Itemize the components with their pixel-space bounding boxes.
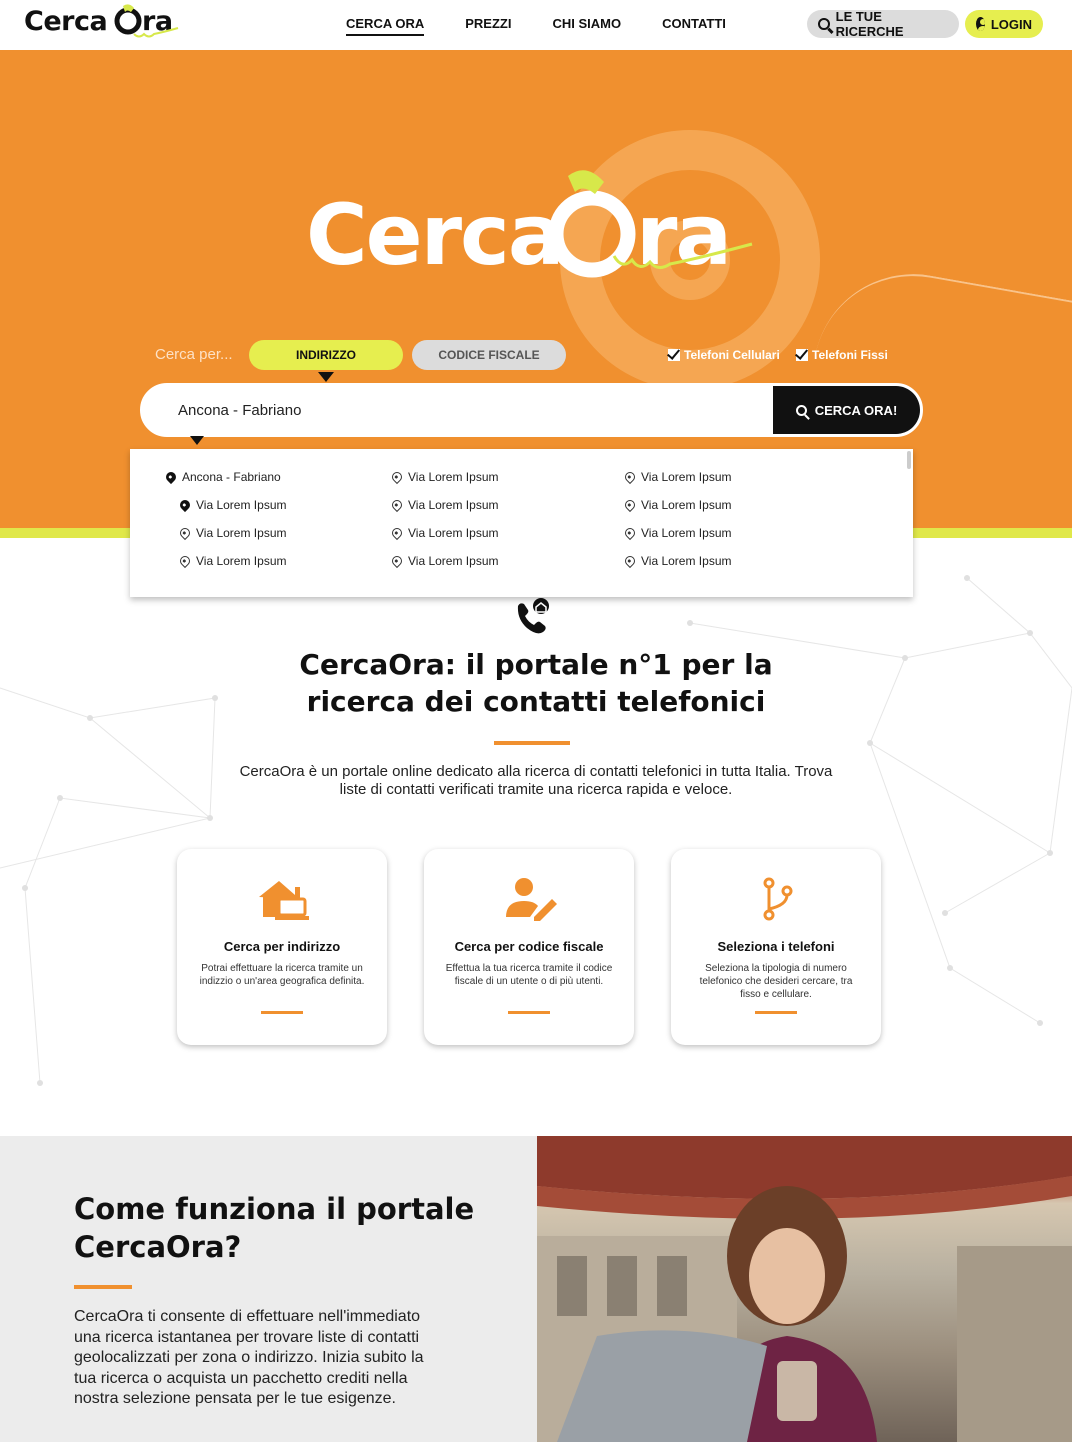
nav-contatti[interactable]: CONTATTI <box>662 16 726 36</box>
card-text: Potrai effettuare la ricerca tramite un … <box>199 963 365 987</box>
le-tue-ricerche-label: LE TUE RICERCHE <box>835 9 904 39</box>
svg-text:Cerca: Cerca <box>306 186 563 284</box>
suggestion-label: Ancona - Fabriano <box>182 470 281 484</box>
suggestion-label: Via Lorem Ipsum <box>641 498 732 512</box>
suggestion-label: Via Lorem Ipsum <box>408 470 499 484</box>
card-text: Seleziona la tipologia di numero telefon… <box>699 963 853 1000</box>
map-pin-icon <box>622 469 638 485</box>
home-laptop-icon <box>259 881 309 920</box>
map-pin-icon <box>163 469 179 485</box>
search-bar: Ancona - Fabriano CERCA ORA! <box>140 383 923 437</box>
photo-illustration <box>537 1136 1072 1442</box>
card-divider <box>508 1011 550 1014</box>
feature-card-codice-fiscale: Cerca per codice fiscale Effettua la tua… <box>424 849 634 1045</box>
suggestion-label: Via Lorem Ipsum <box>408 526 499 540</box>
suggestion-item[interactable]: Via Lorem Ipsum <box>622 469 732 485</box>
cercaora-logo: Cerca ra <box>24 4 179 38</box>
card-divider <box>261 1011 303 1014</box>
search-icon <box>795 404 807 416</box>
login-label: LOGIN <box>990 16 1032 32</box>
search-input[interactable]: Ancona - Fabriano <box>178 402 301 419</box>
suggestion-label: Via Lorem Ipsum <box>641 526 732 540</box>
site-header: Cerca ra CERCA ORA PREZZI CHI SIAMO CONT… <box>0 0 1072 50</box>
main-nav: CERCA ORA PREZZI CHI SIAMO CONTATTI <box>346 16 767 36</box>
checkbox-checked-icon <box>668 349 680 361</box>
cerca-ora-button-label: CERCA ORA! <box>814 402 898 418</box>
suggestion-label: Via Lorem Ipsum <box>641 554 732 568</box>
nav-chi-siamo[interactable]: CHI SIAMO <box>552 16 621 36</box>
card-text: Effettua la tua ricerca tramite il codic… <box>445 963 613 987</box>
how-it-works-section: Come funziona il portale CercaOra? Cerca… <box>0 1136 1072 1442</box>
card-divider <box>755 1011 797 1014</box>
card-title: Cerca per indirizzo <box>223 939 341 954</box>
map-pin-icon <box>622 553 638 569</box>
map-pin-icon <box>622 525 638 541</box>
site-logo[interactable]: Cerca ra <box>24 2 179 42</box>
suggestion-item[interactable]: Via Lorem Ipsum <box>177 497 287 513</box>
suggestion-label: Via Lorem Ipsum <box>196 554 287 568</box>
orange-divider <box>494 741 570 745</box>
login-button[interactable]: LOGIN <box>965 10 1043 38</box>
nav-cerca-ora[interactable]: CERCA ORA <box>346 16 425 36</box>
checkbox-label: Telefoni Fissi <box>812 348 888 362</box>
feature-card-indirizzo: Cerca per indirizzo Potrai effettuare la… <box>177 849 387 1045</box>
suggestion-label: Via Lorem Ipsum <box>196 526 287 540</box>
phone-home-icon <box>517 598 549 634</box>
how-it-works-text: CercaOra ti consente di effettuare nell'… <box>74 1308 424 1407</box>
address-suggestions-dropdown: Ancona - Fabriano Via Lorem Ipsum Via Lo… <box>130 449 913 597</box>
le-tue-ricerche-button[interactable]: LE TUE RICERCHE <box>807 9 959 39</box>
suggestion-label: Via Lorem Ipsum <box>641 470 732 484</box>
svg-text:Cerca: Cerca <box>24 6 107 37</box>
intro-text: CercaOra è un portale online dedicato al… <box>239 763 833 798</box>
suggestion-item[interactable]: Via Lorem Ipsum <box>622 525 732 541</box>
suggestion-item[interactable]: Via Lorem Ipsum <box>389 525 499 541</box>
active-tab-pointer <box>318 372 334 382</box>
map-pin-icon <box>389 553 405 569</box>
map-pin-icon <box>389 525 405 541</box>
map-pin-icon <box>389 469 405 485</box>
suggestion-item[interactable]: Via Lorem Ipsum <box>177 553 287 569</box>
user-icon <box>976 17 985 31</box>
search-icon <box>818 18 830 30</box>
dropdown-pointer <box>190 436 204 445</box>
dropdown-scrollbar[interactable] <box>907 451 911 469</box>
map-pin-icon <box>177 497 193 513</box>
suggestion-item[interactable]: Via Lorem Ipsum <box>622 553 732 569</box>
intro-title-line: ricerca dei contatti telefonici <box>306 685 766 718</box>
suggestion-label: Via Lorem Ipsum <box>196 498 287 512</box>
orange-divider <box>74 1285 132 1289</box>
suggestion-item[interactable]: Via Lorem Ipsum <box>622 497 732 513</box>
tab-indirizzo[interactable]: INDIRIZZO <box>249 340 403 370</box>
branch-icon <box>763 877 793 921</box>
map-pin-icon <box>622 497 638 513</box>
suggestion-label: Via Lorem Ipsum <box>408 498 499 512</box>
suggestion-item[interactable]: Via Lorem Ipsum <box>177 525 287 541</box>
search-by-label: Cerca per... <box>155 346 233 363</box>
nav-prezzi[interactable]: PREZZI <box>465 16 511 36</box>
suggestion-item[interactable]: Via Lorem Ipsum <box>389 497 499 513</box>
how-it-works-title: Come funziona il portale CercaOra? <box>74 1192 475 1264</box>
feature-card-telefoni: Seleziona i telefoni Seleziona la tipolo… <box>671 849 881 1045</box>
map-pin-icon <box>177 525 193 541</box>
suggestion-item[interactable]: Via Lorem Ipsum <box>389 469 499 485</box>
checkbox-telefoni-cellulari[interactable]: Telefoni Cellulari <box>668 348 780 362</box>
suggestion-item[interactable]: Via Lorem Ipsum <box>389 553 499 569</box>
suggestion-label: Via Lorem Ipsum <box>408 554 499 568</box>
checkbox-telefoni-fissi[interactable]: Telefoni Fissi <box>796 348 888 362</box>
intro-title-line: CercaOra: il portale n°1 per la <box>299 648 773 681</box>
suggestion-item[interactable]: Ancona - Fabriano <box>163 469 281 485</box>
user-edit-icon <box>506 878 557 921</box>
checkbox-checked-icon <box>796 349 808 361</box>
map-pin-icon <box>177 553 193 569</box>
checkbox-label: Telefoni Cellulari <box>684 348 780 362</box>
svg-text:ra: ra <box>636 186 730 284</box>
card-title: Cerca per codice fiscale <box>454 939 604 954</box>
tab-codice-fiscale[interactable]: CODICE FISCALE <box>412 340 566 370</box>
hero-logo: Cerca ra <box>306 170 753 284</box>
card-title: Seleziona i telefoni <box>717 939 835 954</box>
map-pin-icon <box>389 497 405 513</box>
cerca-ora-button[interactable]: CERCA ORA! <box>773 386 920 434</box>
woman-with-phone-photo <box>537 1136 1072 1442</box>
intro-title: CercaOra: il portale n°1 per la ricerca … <box>0 646 1072 720</box>
